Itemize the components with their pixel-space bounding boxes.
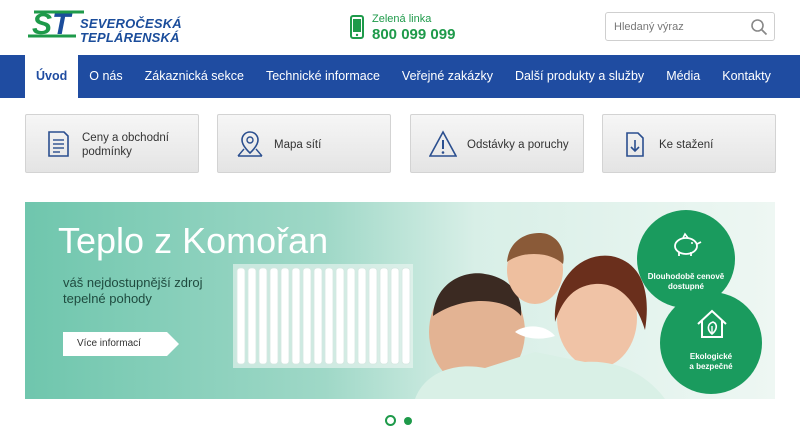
document-icon (48, 131, 69, 157)
svg-text:S: S (32, 8, 52, 41)
badge1-line2: dostupné (668, 282, 704, 291)
nav-item-technicke-informace[interactable]: Technické informace (255, 55, 391, 98)
quick-link-label: Ceny a obchodní podmínky (82, 131, 169, 158)
hotline: Zelená linka 800 099 099 (350, 13, 490, 45)
quick-link-label: Odstávky a poruchy (467, 138, 569, 151)
nav-item-o-nas[interactable]: O nás (78, 55, 133, 98)
nav-item-dalsi-produkty[interactable]: Další produkty a služby (504, 55, 655, 98)
quick-link-label: Mapa sítí (274, 138, 322, 151)
radiator-image (233, 264, 413, 368)
map-pin-icon (237, 131, 263, 157)
quick-link-mapa[interactable]: Mapa sítí (217, 114, 391, 173)
badge2-line1: Ekologické (689, 352, 733, 361)
hero-banner[interactable]: Teplo z Komořan váš nejdostupnější zdroj… (25, 202, 775, 399)
search-icon[interactable] (750, 18, 768, 36)
family-photo (415, 233, 665, 399)
nav-item-verejne-zakazky[interactable]: Veřejné zakázky (391, 55, 504, 98)
badge2-line2: a bezpečné (689, 362, 733, 371)
badge-ecological: Ekologické a bezpečné (660, 292, 762, 394)
banner-title: Teplo z Komořan (58, 220, 329, 261)
phone-icon (350, 15, 364, 39)
warning-icon (429, 130, 457, 157)
banner-subtitle-line2: tepelné pohody (63, 291, 152, 306)
quick-link-label: Ke stažení (659, 138, 714, 151)
main-nav: Úvod O nás Zákaznická sekce Technické in… (0, 55, 800, 98)
quick-link-ke-stazeni[interactable]: Ke stažení (602, 114, 776, 173)
eco-house-icon (697, 309, 727, 338)
quick-link-ceny[interactable]: Ceny a obchodní podmínky (25, 114, 199, 173)
slider-dots (385, 415, 425, 427)
nav-item-uvod[interactable]: Úvod (25, 55, 79, 98)
logo[interactable]: S T SEVEROČESKÁ TEPLÁRENSKÁ (24, 6, 184, 45)
nav-item-zakaznicka-sekce[interactable]: Zákaznická sekce (134, 55, 255, 98)
nav-item-media[interactable]: Média (655, 55, 711, 98)
logo-text-line2: TEPLÁRENSKÁ (80, 30, 180, 45)
more-info-button[interactable]: Více informací (63, 332, 179, 356)
search-input[interactable] (614, 19, 749, 35)
quick-link-odstavky[interactable]: Odstávky a poruchy (410, 114, 584, 173)
banner-subtitle-line1: váš nejdostupnější zdroj (63, 275, 203, 290)
slider-dot-2[interactable] (404, 417, 412, 425)
download-icon (626, 132, 644, 157)
hotline-number[interactable]: 800 099 099 (372, 26, 455, 43)
logo-text-line1: SEVEROČESKÁ (80, 16, 182, 31)
badge1-line1: Dlouhodobě cenově (647, 272, 725, 281)
hotline-label: Zelená linka (372, 13, 432, 25)
slider-dot-1[interactable] (385, 415, 396, 426)
piggy-bank-icon (674, 232, 702, 256)
svg-text:T: T (52, 8, 73, 41)
nav-item-kontakty[interactable]: Kontakty (711, 55, 782, 98)
site-header: S T SEVEROČESKÁ TEPLÁRENSKÁ Zelená linka… (0, 0, 800, 55)
search-box (605, 12, 775, 41)
